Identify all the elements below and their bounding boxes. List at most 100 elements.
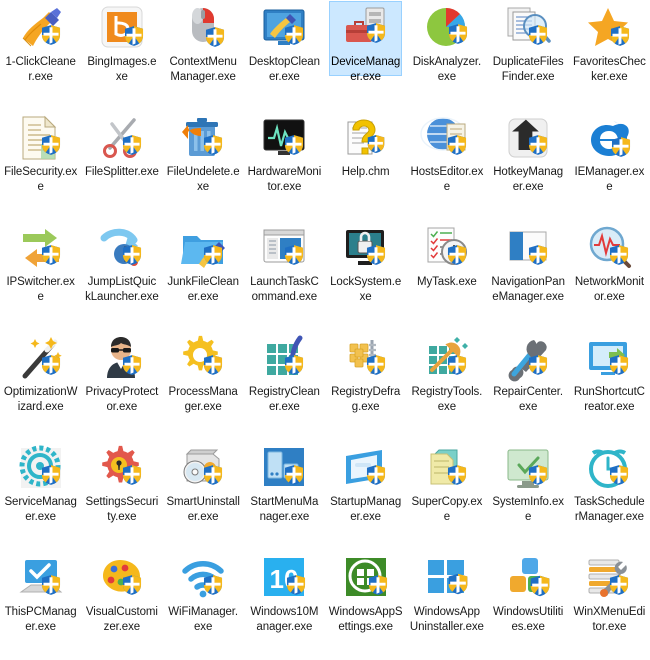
desktop-icon-item[interactable]: Help.chm (325, 110, 406, 220)
menu-wrench-icon (585, 554, 633, 602)
desktop-icon-item[interactable]: ProcessManager.exe (163, 330, 244, 440)
documents-magnifier-icon (504, 4, 552, 52)
icon-label: FileSecurity.exe (4, 165, 78, 194)
desktop-icon-item[interactable]: HotkeyManager.exe (488, 110, 569, 220)
desktop-icon-item[interactable]: RegistryDefrag.exe (325, 330, 406, 440)
folder-broom-icon (179, 224, 227, 272)
icon-label: TaskSchedulerManager.exe (572, 495, 646, 524)
desktop-icon-item[interactable]: SystemInfo.exe (488, 440, 569, 550)
desktop-icon-item[interactable]: FileUndelete.exe (163, 110, 244, 220)
icon-label: HotkeyManager.exe (491, 165, 565, 194)
desktop-icon-item[interactable]: LaunchTaskCommand.exe (244, 220, 325, 330)
desktop-icon-item[interactable]: FileSecurity.exe (0, 110, 81, 220)
desktop-icon-item[interactable]: WindowsAppSettings.exe (325, 550, 406, 660)
desktop-icon-item[interactable]: DiskAnalyzer.exe (406, 0, 487, 110)
icon-label: ContextMenuManager.exe (166, 55, 240, 84)
desktop-icon-item[interactable]: SettingsSecurity.exe (81, 440, 162, 550)
desktop-icon-item[interactable]: IPSwitcher.exe (0, 220, 81, 330)
alarm-clock-icon (585, 444, 633, 492)
desktop-icon-item[interactable]: MyTask.exe (406, 220, 487, 330)
screwdriver-wrench-icon (504, 334, 552, 382)
desktop-icon-item[interactable]: LockSystem.exe (325, 220, 406, 330)
desktop-icon-item[interactable]: HardwareMonitor.exe (244, 110, 325, 220)
desktop-icon-item[interactable]: 10 Windows10Manager.exe (244, 550, 325, 660)
desktop-icon-item[interactable]: RegistryCleaner.exe (244, 330, 325, 440)
icon-label: SettingsSecurity.exe (85, 495, 159, 524)
desktop-icon-item[interactable]: WindowsUtilities.exe (488, 550, 569, 660)
desktop-icon-item[interactable]: RunShortcutCreator.exe (569, 330, 650, 440)
icon-label: 1-ClickCleaner.exe (4, 55, 78, 84)
icon-label: BingImages.exe (85, 55, 159, 84)
icon-label: WindowsAppSettings.exe (329, 605, 403, 634)
monitor-check-icon (504, 444, 552, 492)
desktop-icon-item[interactable]: TaskSchedulerManager.exe (569, 440, 650, 550)
icon-label: Windows10Manager.exe (247, 605, 321, 634)
icon-label: ThisPCManager.exe (4, 605, 78, 634)
heartbeat-screen-icon (260, 114, 308, 162)
desktop-icon-item[interactable]: OptimizationWizard.exe (0, 330, 81, 440)
desktop-icon-item[interactable]: DeviceManager.exe (325, 0, 406, 110)
shortcut-window-icon (585, 334, 633, 382)
desktop-icon-item[interactable]: JumpListQuickLauncher.exe (81, 220, 162, 330)
icon-label: StartupManager.exe (329, 495, 403, 524)
desktop-icon-item[interactable]: FileSplitter.exe (81, 110, 162, 220)
icon-label: RunShortcutCreator.exe (572, 385, 646, 414)
icon-label: WindowsAppUninstaller.exe (410, 605, 484, 634)
desktop-icon-item[interactable]: SmartUninstaller.exe (163, 440, 244, 550)
nav-pane-icon (504, 224, 552, 272)
icon-label: DiskAnalyzer.exe (410, 55, 484, 84)
scissors-icon (98, 114, 146, 162)
icon-label: RegistryDefrag.exe (329, 385, 403, 414)
desktop-icon-item[interactable]: RegistryTools.exe (406, 330, 487, 440)
registry-cube-icon (260, 334, 308, 382)
desktop-icon-item[interactable]: PrivacyProtector.exe (81, 330, 162, 440)
desktop-icon-item[interactable]: JunkFileCleaner.exe (163, 220, 244, 330)
wifi-icon (179, 554, 227, 602)
keyboard-arrow-icon (504, 114, 552, 162)
icon-label: HostsEditor.exe (410, 165, 484, 194)
network-pulse-icon (585, 224, 633, 272)
desktop-icon-item[interactable]: WinXMenuEditor.exe (569, 550, 650, 660)
document-page-icon (17, 114, 65, 162)
monitor-broom-icon (260, 4, 308, 52)
icon-label: RegistryCleaner.exe (247, 385, 321, 414)
pc-check-icon (17, 554, 65, 602)
desktop-icon-item[interactable]: RepairCenter.exe (488, 330, 569, 440)
desktop-icon-item[interactable]: NavigationPaneManager.exe (488, 220, 569, 330)
jumplist-arrow-icon (98, 224, 146, 272)
desktop-icon-item[interactable]: NetworkMonitor.exe (569, 220, 650, 330)
desktop-icon-item[interactable]: BingImages.exe (81, 0, 162, 110)
desktop-icon-item[interactable]: 1-ClickCleaner.exe (0, 0, 81, 110)
gear-icon (179, 334, 227, 382)
desktop-icon-item[interactable]: SuperCopy.exe (406, 440, 487, 550)
icon-label: WiFiManager.exe (166, 605, 240, 634)
cd-box-icon (179, 444, 227, 492)
desktop-icon-item[interactable]: DesktopCleaner.exe (244, 0, 325, 110)
desktop-icon-item[interactable]: ServiceManager.exe (0, 440, 81, 550)
desktop-icon-item[interactable]: DuplicateFilesFinder.exe (488, 0, 569, 110)
desktop-icon-item[interactable]: WindowsAppUninstaller.exe (406, 550, 487, 660)
icon-label: WinXMenuEditor.exe (572, 605, 646, 634)
desktop-icon-item[interactable]: ContextMenuManager.exe (163, 0, 244, 110)
paint-palette-icon (98, 554, 146, 602)
desktop-icon-item[interactable]: HostsEditor.exe (406, 110, 487, 220)
desktop-icon-grid[interactable]: 1-ClickCleaner.exe BingImages.exe Contex… (0, 0, 650, 660)
desktop-icon-item[interactable]: FavoritesChecker.exe (569, 0, 650, 110)
desktop-icon-item[interactable]: VisualCustomizer.exe (81, 550, 162, 660)
desktop-icon-item[interactable]: IEManager.exe (569, 110, 650, 220)
icon-label: DuplicateFilesFinder.exe (491, 55, 565, 84)
desktop-icon-item[interactable]: ThisPCManager.exe (0, 550, 81, 660)
desktop-icon-item[interactable]: StartupManager.exe (325, 440, 406, 550)
icon-label: DesktopCleaner.exe (247, 55, 321, 84)
star-icon (585, 4, 633, 52)
magic-wand-icon (17, 334, 65, 382)
icon-label: SystemInfo.exe (491, 495, 565, 524)
bing-logo-icon (98, 4, 146, 52)
gear-lock-icon (98, 444, 146, 492)
icon-label: VisualCustomizer.exe (85, 605, 159, 634)
icon-label: StartMenuManager.exe (247, 495, 321, 524)
desktop-icon-item[interactable]: WiFiManager.exe (163, 550, 244, 660)
desktop-icon-item[interactable]: StartMenuManager.exe (244, 440, 325, 550)
registry-wrench-icon (423, 334, 471, 382)
icon-label: Help.chm (329, 165, 403, 180)
